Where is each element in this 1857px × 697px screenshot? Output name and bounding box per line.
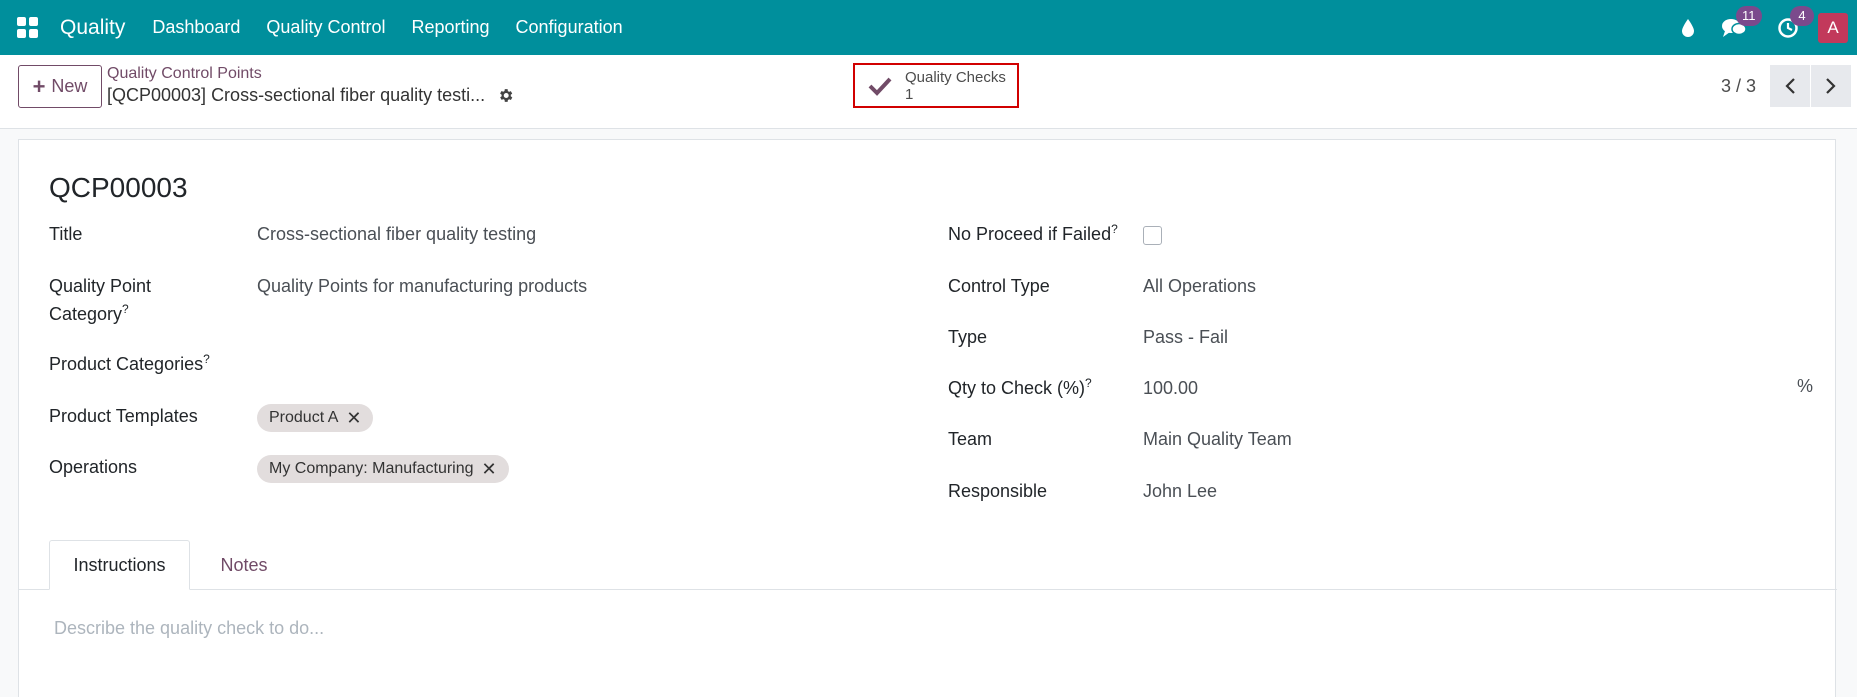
help-tooltip[interactable]: ? <box>1085 376 1092 390</box>
smart-button-count: 1 <box>905 85 914 103</box>
close-icon[interactable]: ✕ <box>482 460 497 478</box>
record-name: QCP00003 <box>49 172 188 203</box>
droplet-icon <box>1682 18 1694 37</box>
percent-unit: % <box>1797 376 1814 396</box>
check-icon <box>855 76 905 96</box>
smart-button-label: Quality Checks <box>905 68 1006 86</box>
type-field[interactable]: Pass - Fail <box>1143 323 1228 351</box>
control-type-label: Control Type <box>948 276 1050 296</box>
team-field[interactable]: Main Quality Team <box>1143 425 1292 453</box>
activities-count-badge: 4 <box>1790 6 1814 26</box>
breadcrumb-current: [QCP00003] Cross-sectional fiber quality… <box>107 85 514 106</box>
chevron-left-icon <box>1785 78 1795 94</box>
pager-previous-button[interactable] <box>1770 65 1810 107</box>
navbar-systray: 11 4 A <box>1668 0 1857 55</box>
close-icon[interactable]: ✕ <box>346 409 361 427</box>
title-field[interactable]: Cross-sectional fiber quality testing <box>257 220 536 248</box>
apps-grid-icon <box>16 17 38 38</box>
operation-tag: My Company: Manufacturing ✕ <box>257 455 509 483</box>
tabs-divider <box>19 589 1837 590</box>
activities-button[interactable]: 4 <box>1768 0 1814 55</box>
category-field[interactable]: Quality Points for manufacturing product… <box>257 272 587 300</box>
no-proceed-label-text: No Proceed if Failed <box>948 224 1112 244</box>
qty-to-check-label-text: Qty to Check (%) <box>948 378 1086 398</box>
product-categories-label: Product Categories? <box>49 350 210 378</box>
help-tooltip[interactable]: ? <box>203 352 210 366</box>
product-template-tag-label: Product A <box>269 409 339 426</box>
gear-icon[interactable] <box>497 87 514 104</box>
messages-button[interactable]: 11 <box>1714 0 1762 55</box>
category-label: Quality Point Category? <box>49 272 151 328</box>
tab-instructions[interactable]: Instructions <box>49 540 190 590</box>
app-brand[interactable]: Quality <box>60 16 125 40</box>
responsible-label: Responsible <box>948 481 1048 501</box>
smart-button-text: Quality Checks 1 <box>905 69 1006 103</box>
pager-next-button[interactable] <box>1811 65 1851 107</box>
help-tooltip[interactable]: ? <box>1111 222 1118 236</box>
operations-label: Operations <box>49 457 138 477</box>
category-label-line1: Quality Point <box>49 276 152 296</box>
plus-icon: + <box>32 73 46 99</box>
user-avatar[interactable]: A <box>1818 12 1848 43</box>
new-button-label: New <box>51 76 88 96</box>
team-label: Team <box>948 429 993 449</box>
form-sheet: QCP00003 Title Cross-sectional fiber qua… <box>18 139 1837 697</box>
help-tooltip[interactable]: ? <box>122 302 129 316</box>
no-proceed-label: No Proceed if Failed? <box>948 220 1118 248</box>
menu-dashboard[interactable]: Dashboard <box>139 0 253 55</box>
tab-notes[interactable]: Notes <box>200 540 288 590</box>
responsible-field[interactable]: John Lee <box>1143 477 1217 505</box>
top-navbar: Quality Dashboard Quality Control Report… <box>0 0 1857 55</box>
control-type-field[interactable]: All Operations <box>1143 272 1256 300</box>
quality-checks-smart-button[interactable]: Quality Checks 1 <box>853 63 1019 108</box>
instructions-editor[interactable]: Describe the quality check to do... <box>54 618 324 639</box>
messages-count-badge: 11 <box>1736 6 1762 26</box>
product-template-tag: Product A ✕ <box>257 404 374 432</box>
menu-reporting[interactable]: Reporting <box>398 0 502 55</box>
operation-tag-label: My Company: Manufacturing <box>269 460 474 477</box>
new-button[interactable]: + New <box>18 65 102 108</box>
menu-quality-control[interactable]: Quality Control <box>253 0 398 55</box>
category-label-line2: Category <box>49 304 123 324</box>
control-panel: + New Quality Control Points [QCP00003] … <box>0 55 1857 129</box>
no-proceed-checkbox[interactable] <box>1143 226 1162 245</box>
qty-to-check-label: Qty to Check (%)? <box>948 374 1092 402</box>
pager-value[interactable]: 3 / 3 <box>1721 76 1756 97</box>
droplet-button[interactable] <box>1668 0 1708 55</box>
menu-configuration[interactable]: Configuration <box>503 0 636 55</box>
breadcrumb-parent-link[interactable]: Quality Control Points <box>107 65 262 83</box>
title-label: Title <box>49 224 83 244</box>
type-label: Type <box>948 327 988 347</box>
chevron-right-icon <box>1826 78 1836 94</box>
breadcrumb-current-label: [QCP00003] Cross-sectional fiber quality… <box>107 85 486 105</box>
apps-menu-button[interactable] <box>0 0 54 55</box>
product-categories-label-text: Product Categories <box>49 354 204 374</box>
qty-to-check-field[interactable]: 100.00 <box>1143 374 1198 402</box>
product-templates-label: Product Templates <box>49 406 198 426</box>
